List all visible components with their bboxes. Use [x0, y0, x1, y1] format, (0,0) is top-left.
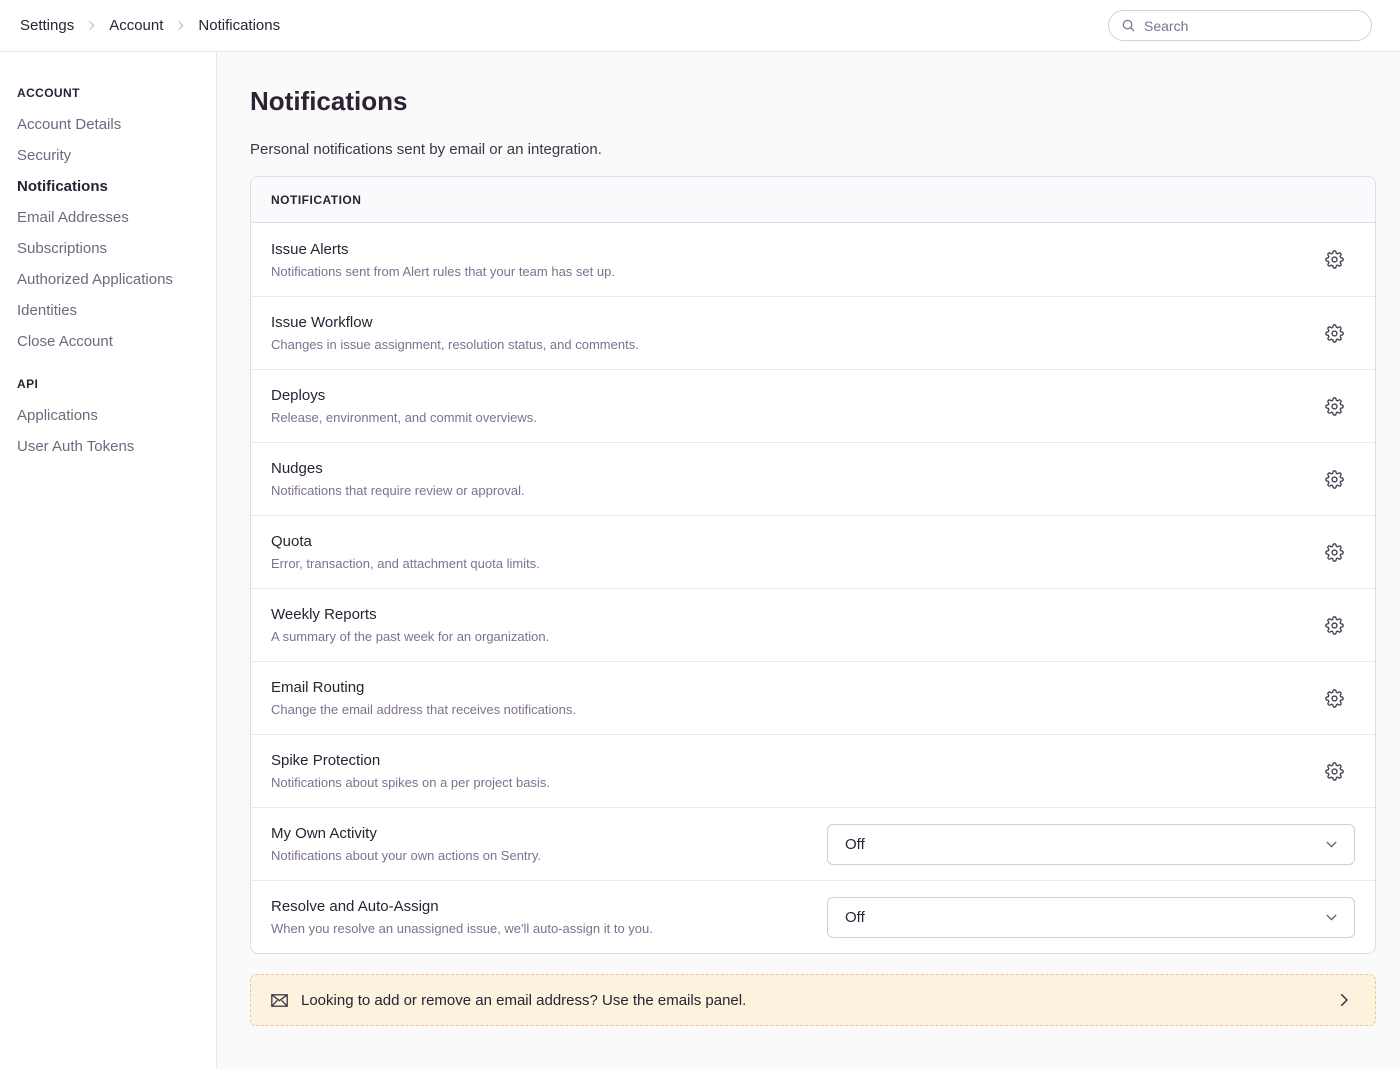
row-description: Change the email address that receives n…	[271, 702, 1303, 717]
notification-row: Nudges Notifications that require review…	[251, 442, 1375, 515]
main-content: Notifications Personal notifications sen…	[217, 52, 1400, 1069]
gear-icon[interactable]	[1323, 760, 1346, 783]
sidebar-section: ACCOUNT Account Details Security Notific…	[17, 86, 206, 351]
gear-icon[interactable]	[1323, 687, 1346, 710]
sidebar-section-list: Applications User Auth Tokens	[17, 407, 206, 456]
gear-icon[interactable]	[1323, 541, 1346, 564]
breadcrumb-item-notifications[interactable]: Notifications	[198, 17, 280, 34]
page-title: Notifications	[250, 86, 1376, 117]
row-description: Changes in issue assignment, resolution …	[271, 337, 1303, 352]
row-title: Issue Workflow	[271, 314, 1303, 331]
notification-row: Weekly Reports A summary of the past wee…	[251, 588, 1375, 661]
select-value: Off	[845, 909, 865, 926]
row-title: My Own Activity	[271, 825, 807, 842]
gear-icon[interactable]	[1323, 614, 1346, 637]
breadcrumb: Settings Account Notifications	[20, 17, 280, 34]
sidebar-item-user-auth-tokens[interactable]: User Auth Tokens	[17, 438, 206, 456]
sidebar-item-account-details[interactable]: Account Details	[17, 116, 206, 134]
notification-row: Quota Error, transaction, and attachment…	[251, 515, 1375, 588]
row-description: When you resolve an unassigned issue, we…	[271, 921, 807, 936]
chevron-down-icon	[1323, 836, 1340, 853]
notification-row: Email Routing Change the email address t…	[251, 661, 1375, 734]
breadcrumb-item-settings[interactable]: Settings	[20, 17, 74, 34]
sidebar-section-title: ACCOUNT	[17, 86, 206, 100]
row-title: Quota	[271, 533, 1303, 550]
row-title: Weekly Reports	[271, 606, 1303, 623]
row-title: Spike Protection	[271, 752, 1303, 769]
sidebar-section: API Applications User Auth Tokens	[17, 377, 206, 456]
sidebar-item-identities[interactable]: Identities	[17, 302, 206, 320]
row-description: Notifications about your own actions on …	[271, 848, 807, 863]
row-title: Nudges	[271, 460, 1303, 477]
gear-icon[interactable]	[1323, 468, 1346, 491]
top-header: Settings Account Notifications	[0, 0, 1400, 52]
search-box[interactable]	[1108, 10, 1372, 41]
sidebar-item-close-account[interactable]: Close Account	[17, 333, 206, 351]
row-description: Notifications that require review or app…	[271, 483, 1303, 498]
panel-header: NOTIFICATION	[251, 177, 1375, 223]
notification-row: My Own Activity Notifications about your…	[251, 807, 1375, 880]
search-icon	[1121, 18, 1136, 33]
row-description: A summary of the past week for an organi…	[271, 629, 1303, 644]
sidebar-item-security[interactable]: Security	[17, 147, 206, 165]
sidebar-item-applications[interactable]: Applications	[17, 407, 206, 425]
notification-row: Issue Workflow Changes in issue assignme…	[251, 296, 1375, 369]
sidebar: ACCOUNT Account Details Security Notific…	[0, 52, 217, 1069]
notification-select[interactable]: Off	[827, 897, 1355, 938]
envelope-icon	[271, 994, 288, 1007]
row-title: Deploys	[271, 387, 1303, 404]
gear-icon[interactable]	[1323, 395, 1346, 418]
notification-row: Resolve and Auto-Assign When you resolve…	[251, 880, 1375, 953]
select-value: Off	[845, 836, 865, 853]
sidebar-section-list: Account Details Security Notifications E…	[17, 116, 206, 351]
emails-panel-banner[interactable]: Looking to add or remove an email addres…	[250, 974, 1376, 1026]
sidebar-item-authorized-applications[interactable]: Authorized Applications	[17, 271, 206, 289]
chevron-down-icon	[1323, 909, 1340, 926]
notifications-panel: NOTIFICATION Issue Alerts Notifications …	[250, 176, 1376, 954]
gear-icon[interactable]	[1323, 322, 1346, 345]
row-description: Notifications about spikes on a per proj…	[271, 775, 1303, 790]
row-description: Error, transaction, and attachment quota…	[271, 556, 1303, 571]
page-description: Personal notifications sent by email or …	[250, 141, 1376, 158]
sidebar-item-subscriptions[interactable]: Subscriptions	[17, 240, 206, 258]
row-title: Resolve and Auto-Assign	[271, 898, 807, 915]
search-input[interactable]	[1144, 18, 1359, 34]
row-description: Release, environment, and commit overvie…	[271, 410, 1303, 425]
breadcrumb-item-account[interactable]: Account	[109, 17, 163, 34]
banner-text: Looking to add or remove an email addres…	[301, 992, 1335, 1009]
chevron-right-icon	[1335, 991, 1353, 1009]
notification-rows: Issue Alerts Notifications sent from Ale…	[251, 223, 1375, 953]
sidebar-item-notifications[interactable]: Notifications	[17, 178, 206, 196]
notification-row: Spike Protection Notifications about spi…	[251, 734, 1375, 807]
notification-row: Issue Alerts Notifications sent from Ale…	[251, 223, 1375, 296]
gear-icon[interactable]	[1323, 248, 1346, 271]
row-title: Email Routing	[271, 679, 1303, 696]
sidebar-item-email-addresses[interactable]: Email Addresses	[17, 209, 206, 227]
chevron-right-icon	[85, 19, 98, 32]
notification-select[interactable]: Off	[827, 824, 1355, 865]
notification-row: Deploys Release, environment, and commit…	[251, 369, 1375, 442]
sidebar-section-title: API	[17, 377, 206, 391]
row-title: Issue Alerts	[271, 241, 1303, 258]
row-description: Notifications sent from Alert rules that…	[271, 264, 1303, 279]
chevron-right-icon	[174, 19, 187, 32]
